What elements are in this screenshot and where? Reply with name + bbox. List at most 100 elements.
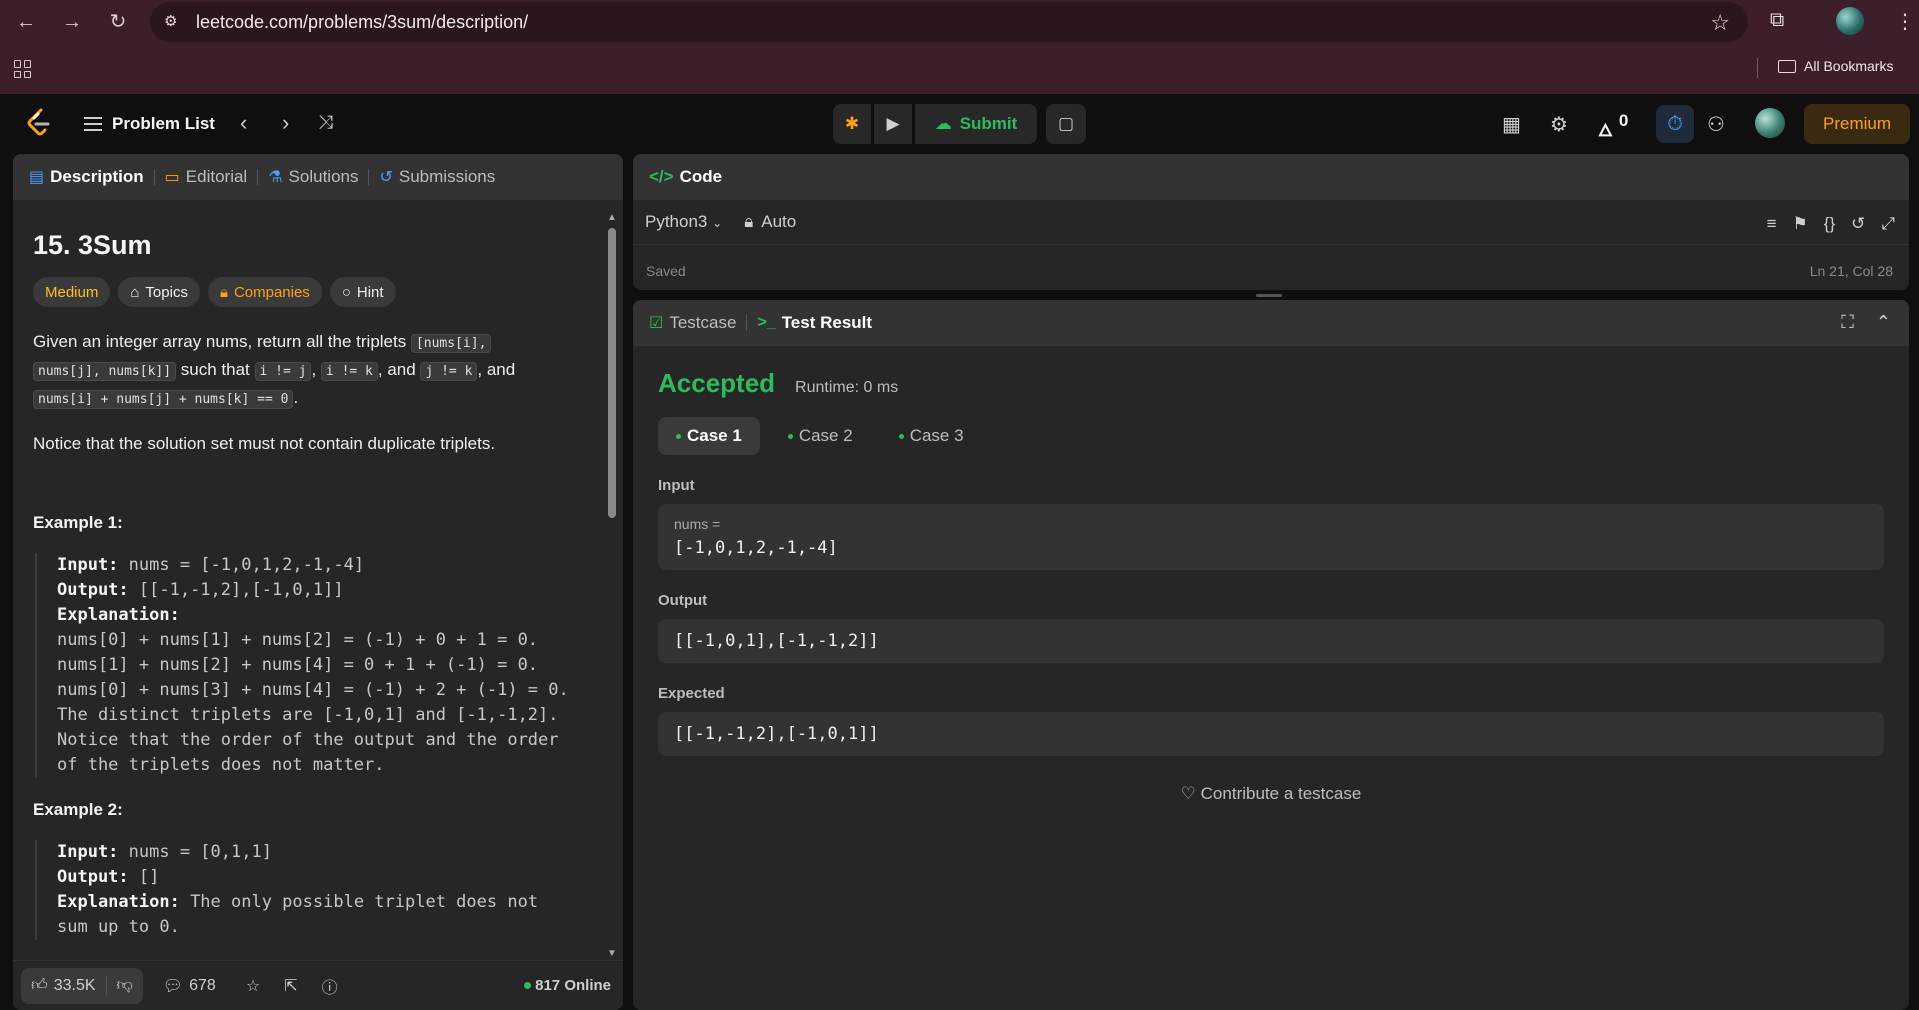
case-2-tab[interactable]: Case 2 [770,417,871,455]
divider [257,169,259,185]
next-problem-icon[interactable]: › [282,110,289,136]
prev-problem-icon[interactable]: ‹ [240,110,247,136]
problem-note: Notice that the solution set must not co… [33,434,496,453]
back-icon[interactable]: ← [14,10,38,34]
fullscreen-icon[interactable]: ⛶ [1841,312,1854,333]
url-text: leetcode.com/problems/3sum/description/ [196,12,529,32]
bookmark-star-icon[interactable]: ☆ [1710,10,1730,36]
bug-icon: ✱ [844,114,860,133]
add-friend-icon[interactable]: ⚇ [1707,112,1725,137]
difficulty-badge: Medium [33,277,111,307]
tab-description[interactable]: ▤ Description [29,167,144,187]
premium-button[interactable]: Premium [1804,104,1910,144]
settings-icon[interactable]: ⚙ [1550,112,1568,137]
runtime-text: Runtime: 0 ms [795,379,899,396]
example-2-block: Input: nums = [0,1,1] Output: [] Explana… [35,840,585,940]
code-icon: </> [649,167,674,186]
scroll-down-icon[interactable]: ▼ [607,948,617,959]
timer-button[interactable]: ⏱ [1656,105,1694,143]
streak-counter[interactable]: 🜂 0 [1598,111,1628,146]
leetcode-logo[interactable] [26,108,52,138]
notes-button[interactable]: ▢ [1046,104,1086,144]
site-settings-icon[interactable]: ⚙ [164,12,184,32]
profile-avatar[interactable] [1836,7,1864,35]
scroll-thumb[interactable] [608,228,616,518]
pass-dot [676,433,681,439]
all-bookmarks[interactable]: All Bookmarks [1778,58,1893,74]
run-button[interactable]: ▶ [874,104,912,144]
debug-button[interactable]: ✱ [833,104,871,144]
language-select[interactable]: Python3 ⌄ [645,212,722,232]
description-panel: ▤ Description ▭ Editorial ⚗ Solutions ↺ Subm… [13,154,623,1010]
pass-dot [898,433,904,439]
saved-status: Saved [646,263,686,279]
hint-chip[interactable]: ○ Hint [329,277,396,307]
folder-icon [1778,60,1796,73]
tab-code[interactable]: </> Code [649,167,722,187]
output-label: Output [658,592,708,609]
submit-button[interactable]: ☁ Submit [915,104,1037,144]
expected-box: [[-1,-1,2],[-1,0,1]] [658,712,1884,756]
help-icon[interactable]: ⓘ [322,974,338,998]
lock-icon: 🔒︎ [219,283,228,301]
browser-chrome: ← → ↻ ⚙ leetcode.com/problems/3sum/descr… [0,0,1919,94]
fire-icon: 🜂 [1598,121,1613,140]
expand-icon[interactable]: ⤢ [1881,214,1895,234]
heart-icon: ♡ [1180,784,1196,803]
reload-icon[interactable]: ↻ [106,10,130,34]
topics-chip[interactable]: ⌂ Topics [118,277,200,307]
comments-button[interactable]: 💬︎ 678 [163,976,216,996]
problem-tags: Medium ⌂ Topics 🔒︎ Companies ○ Hint [33,277,585,307]
format-icon[interactable]: ≡ [1767,214,1777,234]
tab-testcase[interactable]: ☑ Testcase [649,313,736,333]
code-panel: </> Code Python3 ⌄ 🔒︎ Auto ≡ ⚑ {} ↺ ⤢ Save… [633,154,1909,290]
braces-icon[interactable]: {} [1824,214,1835,234]
problem-title[interactable]: 15. 3Sum [33,230,585,261]
run-controls: ✱ ▶ ☁ Submit ▢ [833,104,1086,144]
problem-description: 15. 3Sum Medium ⌂ Topics 🔒︎ Companies ○ Hin… [13,200,605,960]
extensions-icon[interactable]: ⧉ [1770,9,1784,32]
dislike-button[interactable]: 👎︎ [105,976,143,995]
description-footer: 👍︎ 33.5K 👎︎ 💬︎ 678 ☆ ⇱ ⓘ 817 Online [13,960,623,1010]
thumbs-up-icon: 👍︎ [31,977,48,994]
like-button[interactable]: 👍︎ 33.5K [21,976,106,995]
tab-editorial[interactable]: ▭ Editorial [165,167,248,187]
list-icon [84,117,102,131]
tag-icon: ⌂ [130,283,140,301]
forward-icon[interactable]: → [60,10,84,34]
lightbulb-icon: ○ [341,283,351,301]
chevron-down-icon: ⌄ [712,216,723,230]
description-scrollbar[interactable]: ▲ ▼ [607,212,617,962]
menu-icon[interactable]: ⋮ [1895,9,1915,34]
example-1-title: Example 1: [33,513,123,532]
tab-submissions[interactable]: ↺ Submissions [379,167,495,187]
address-bar[interactable]: ⚙ leetcode.com/problems/3sum/description… [150,2,1748,42]
output-box: [[-1,0,1],[-1,-1,2]] [658,619,1884,663]
divider [368,169,370,185]
scroll-up-icon[interactable]: ▲ [607,212,617,223]
contribute-testcase-link[interactable]: ♡ Contribute a testcase [658,784,1884,804]
layout-grid-icon[interactable]: ▦ [1502,112,1521,137]
share-icon[interactable]: ⇱ [284,976,297,996]
auto-mode[interactable]: 🔒︎ Auto [744,212,796,232]
shuffle-icon[interactable]: ⤨ [318,112,333,134]
apps-grid-icon[interactable] [14,60,32,78]
editor-actions: ≡ ⚑ {} ↺ ⤢ [1767,214,1895,234]
favorite-star-icon[interactable]: ☆ [246,976,260,996]
resize-handle[interactable] [1256,294,1282,297]
case-1-tab[interactable]: Case 1 [658,417,760,455]
checkbox-icon: ☑ [649,315,664,332]
history-icon: ↺ [379,169,393,186]
case-3-tab[interactable]: Case 3 [881,417,982,455]
problem-list-button[interactable]: Problem List [84,114,215,134]
companies-chip[interactable]: 🔒︎ Companies [207,277,322,307]
input-value: [-1,0,1,2,-1,-4] [674,538,838,558]
editor-toolbar: Python3 ⌄ 🔒︎ Auto ≡ ⚑ {} ↺ ⤢ [633,200,1909,244]
result-body: Accepted Runtime: 0 ms Case 1 Case 2 Cas… [658,346,1884,804]
tab-solutions[interactable]: ⚗ Solutions [268,167,358,187]
chevron-up-icon[interactable]: ⌃ [1876,312,1891,333]
bookmark-icon[interactable]: ⚑ [1793,214,1808,234]
user-avatar[interactable] [1755,108,1785,138]
tab-test-result[interactable]: >_ Test Result [757,313,872,333]
reset-icon[interactable]: ↺ [1851,214,1865,234]
